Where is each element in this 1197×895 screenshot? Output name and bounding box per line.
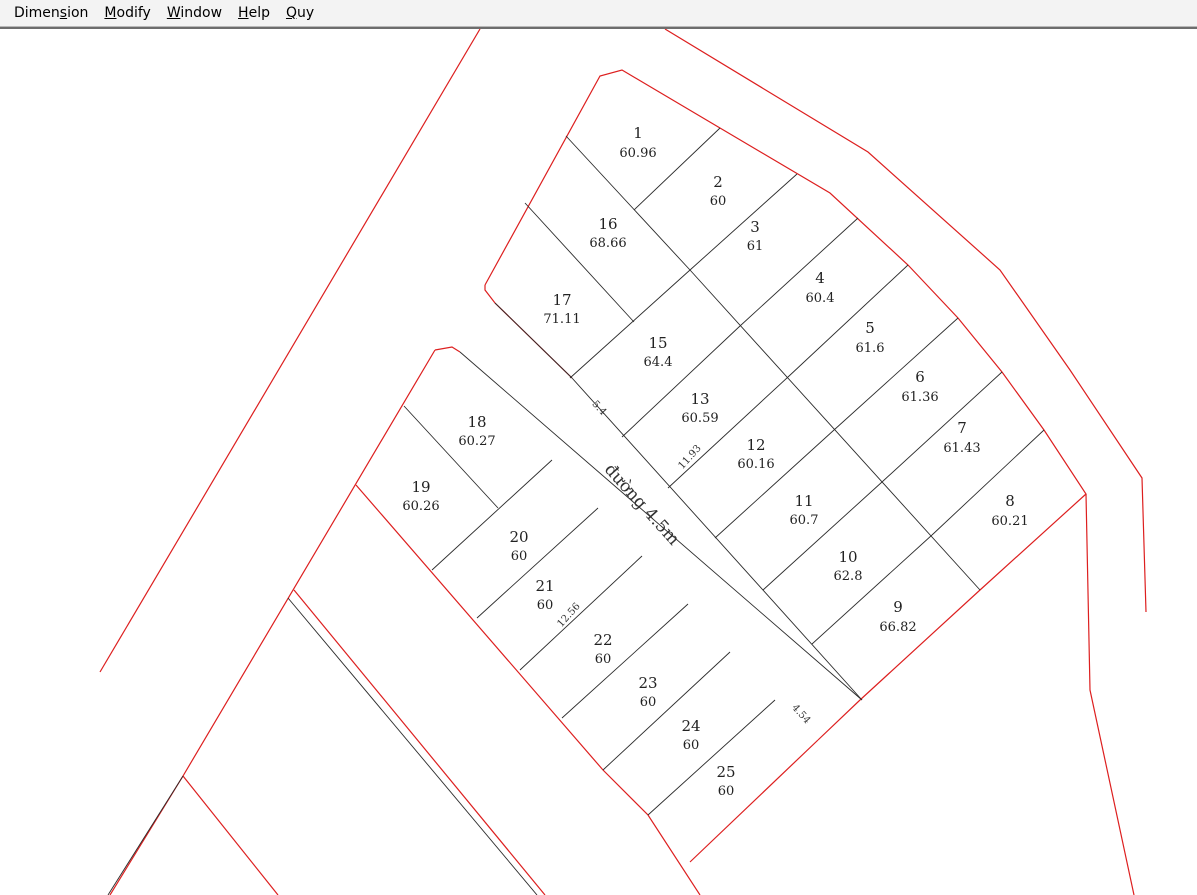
- lot-line: [762, 481, 883, 591]
- block-boundary: [434, 346, 461, 353]
- lot-area: 60.27: [458, 434, 495, 449]
- dimension-label: 4.54: [789, 702, 812, 726]
- lot-number: 4: [815, 269, 825, 287]
- lot-number: 20: [509, 528, 528, 546]
- lot-number: 6: [915, 368, 925, 386]
- block-boundary: [484, 69, 1087, 741]
- lot-area: 60.59: [681, 411, 718, 426]
- lot-area: 60: [640, 695, 657, 710]
- parcel-line: [287, 597, 538, 895]
- lot-area: 60: [511, 549, 528, 564]
- lot-number: 24: [681, 717, 700, 735]
- lot-area: 61.43: [943, 441, 980, 456]
- lot-number: 16: [598, 215, 617, 233]
- lot-number: 21: [535, 577, 554, 595]
- lot-area: 60.96: [619, 146, 656, 161]
- lot-number: 5: [865, 319, 875, 337]
- lot-number: 8: [1005, 492, 1015, 510]
- block-boundary: [109, 349, 436, 895]
- dimension-labels: 5.4 11.93 12.56 4.54 đường 4.5m: [555, 399, 812, 727]
- lot-number: 11: [794, 492, 813, 510]
- menu-help[interactable]: Help: [230, 2, 278, 24]
- lot-number: 10: [838, 548, 857, 566]
- lot-number: 3: [750, 218, 760, 236]
- parcel-line: [107, 775, 184, 895]
- block-boundary: [689, 739, 819, 863]
- lot-number: 23: [638, 674, 657, 692]
- menu-quy[interactable]: Quy: [278, 2, 322, 24]
- lot-line: [571, 377, 863, 701]
- lot-area: 64.4: [644, 355, 673, 370]
- lot-line: [633, 127, 721, 211]
- lot-number: 25: [716, 763, 735, 781]
- menu-dimension[interactable]: Dimension: [6, 2, 96, 24]
- boundary-line: [664, 29, 1147, 613]
- lot-area: 60.21: [991, 514, 1028, 529]
- parcel-line: [182, 775, 279, 895]
- lot-line: [524, 202, 635, 323]
- lot-number: 18: [467, 413, 486, 431]
- boundary-line: [1085, 493, 1135, 895]
- lot-line: [519, 555, 643, 671]
- lot-number: 17: [552, 291, 571, 309]
- lot-number: 7: [957, 419, 967, 437]
- lot-area: 60.26: [402, 499, 439, 514]
- lot-area: 60: [537, 598, 554, 613]
- menu-window[interactable]: Window: [159, 2, 230, 24]
- lot-area: 60: [595, 652, 612, 667]
- lot-line: [881, 371, 1003, 483]
- lot-line: [787, 264, 909, 378]
- lot-area: 66.82: [879, 620, 916, 635]
- lot-area: 62.8: [834, 569, 863, 584]
- lot-area: 60.7: [790, 513, 819, 528]
- lot-area: 71.11: [543, 312, 580, 327]
- lot-number: 22: [593, 631, 612, 649]
- lot-lines: [403, 127, 1045, 816]
- lot-area: 68.66: [589, 236, 626, 251]
- lot-area: 60.16: [737, 457, 774, 472]
- menu-modify[interactable]: Modify: [96, 2, 158, 24]
- lot-number: 13: [690, 390, 709, 408]
- lot-number: 15: [648, 334, 667, 352]
- lot-line: [431, 459, 553, 571]
- lot-labels: 1 60.96 2 60 3 61 4 60.4 5 61.6 6 61.36 …: [402, 124, 1028, 799]
- lot-number: 12: [746, 436, 765, 454]
- lot-area: 61: [747, 239, 764, 254]
- lot-line: [689, 173, 798, 271]
- lot-line: [602, 651, 731, 771]
- lot-area: 60: [683, 738, 700, 753]
- lot-number: 2: [713, 173, 723, 191]
- lot-number: 1: [633, 124, 643, 142]
- lot-number: 9: [893, 598, 903, 616]
- lot-line: [647, 699, 776, 816]
- lot-number: 19: [411, 478, 430, 496]
- lot-line: [561, 603, 689, 719]
- lot-area: 60: [718, 784, 735, 799]
- boundary-line: [99, 29, 481, 673]
- lot-area: 60.4: [806, 291, 835, 306]
- lot-area: 60: [710, 194, 727, 209]
- lot-line: [565, 135, 981, 591]
- lot-area: 61.6: [856, 341, 885, 356]
- menu-bar: Dimension Modify Window Help Quy: [0, 0, 1197, 27]
- road-label: đường 4.5m: [600, 460, 683, 550]
- parcel-line: [293, 589, 546, 895]
- lot-line: [833, 317, 959, 431]
- lot-area: 61.36: [901, 390, 938, 405]
- drawing-canvas[interactable]: 1 60.96 2 60 3 61 4 60.4 5 61.6 6 61.36 …: [0, 29, 1197, 895]
